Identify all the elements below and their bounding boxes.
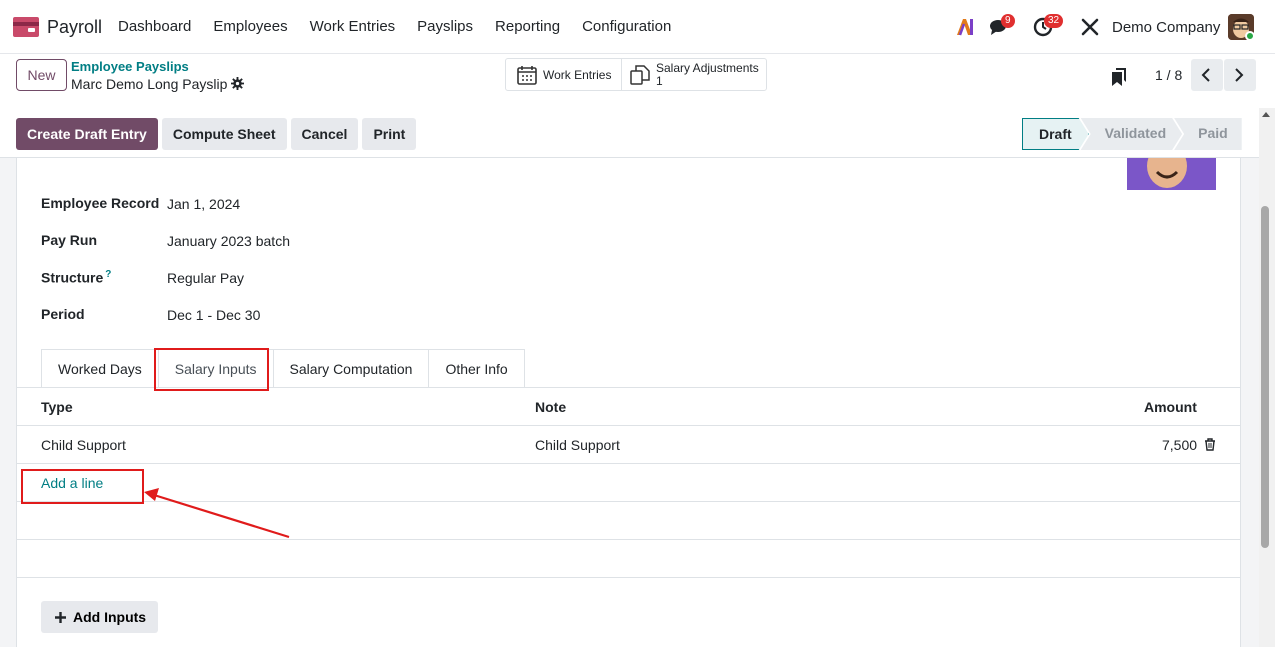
create-draft-entry-button[interactable]: Create Draft Entry: [16, 118, 158, 150]
table-row[interactable]: Child Support Child Support 7,500: [17, 426, 1240, 464]
tab-worked-days[interactable]: Worked Days: [41, 349, 159, 388]
smart-buttons: Work Entries Salary Adjustments 1: [505, 58, 767, 91]
structure-label: Structure?: [41, 269, 111, 286]
employee-photo[interactable]: [1127, 158, 1216, 190]
messages-count-badge: 9: [1001, 14, 1015, 28]
menu-work-entries[interactable]: Work Entries: [299, 18, 407, 35]
menu-reporting[interactable]: Reporting: [484, 18, 571, 35]
chevron-right-icon: [1235, 68, 1244, 82]
top-navbar: Payroll Dashboard Employees Work Entries…: [0, 0, 1275, 54]
payroll-app-icon[interactable]: [13, 17, 39, 37]
salary-adjustments-label: Salary Adjustments: [656, 60, 759, 75]
add-inputs-button[interactable]: Add Inputs: [41, 601, 159, 633]
main-menu: Dashboard Employees Work Entries Payslip…: [107, 18, 682, 35]
annotation-arrow-icon: [144, 488, 290, 539]
tab-salary-inputs[interactable]: Salary Inputs: [157, 349, 274, 388]
work-entries-label: Work Entries: [543, 67, 612, 82]
employee-record-value[interactable]: Jan 1, 2024: [167, 196, 240, 212]
column-amount[interactable]: Amount: [1144, 399, 1197, 415]
app-name[interactable]: Payroll: [47, 17, 102, 38]
pay-run-value[interactable]: January 2023 batch: [167, 233, 290, 249]
employee-record-label: Employee Record: [41, 195, 160, 211]
pay-run-label: Pay Run: [41, 232, 98, 248]
add-a-line-link[interactable]: Add a line: [41, 475, 103, 491]
activities-count-badge: 32: [1044, 14, 1064, 28]
tab-salary-computation[interactable]: Salary Computation: [272, 349, 430, 388]
menu-dashboard[interactable]: Dashboard: [107, 18, 202, 35]
action-buttons: Create Draft Entry Compute Sheet Cancel …: [16, 118, 417, 150]
bookmark-icon[interactable]: [1112, 68, 1126, 86]
empty-row: [17, 540, 1240, 578]
row-note[interactable]: Child Support: [535, 437, 620, 453]
period-value[interactable]: Dec 1 - Dec 30: [167, 307, 260, 323]
breadcrumb-parent[interactable]: Employee Payslips: [71, 59, 189, 74]
company-switcher[interactable]: Demo Company: [1112, 19, 1220, 36]
menu-configuration[interactable]: Configuration: [571, 18, 682, 35]
status-bar: Draft Validated Paid: [1022, 118, 1242, 150]
menu-payslips[interactable]: Payslips: [406, 18, 484, 35]
cancel-button[interactable]: Cancel: [290, 118, 359, 150]
calendar-icon: [517, 65, 537, 85]
column-type[interactable]: Type: [41, 399, 73, 415]
scroll-up-arrow-icon[interactable]: [1262, 112, 1270, 117]
gear-icon[interactable]: [231, 77, 244, 90]
ai-assistant-icon[interactable]: [955, 18, 975, 36]
compute-sheet-button[interactable]: Compute Sheet: [161, 118, 287, 150]
form-sheet: Employee Record Jan 1, 2024 Pay Run Janu…: [16, 158, 1241, 647]
trash-icon[interactable]: [1204, 438, 1216, 451]
menu-employees[interactable]: Employees: [202, 18, 298, 35]
pager-next-button[interactable]: [1224, 59, 1256, 91]
plus-icon: [55, 611, 66, 623]
table-header: Type Note Amount: [17, 388, 1240, 426]
new-button[interactable]: New: [16, 59, 67, 91]
row-amount[interactable]: 7,500: [1162, 437, 1197, 453]
pager-value[interactable]: 1 / 8: [1155, 67, 1182, 83]
add-inputs-label: Add Inputs: [73, 609, 147, 625]
debug-tools-icon[interactable]: [1081, 18, 1099, 36]
tab-other-info[interactable]: Other Info: [428, 349, 525, 388]
scrollbar-thumb[interactable]: [1261, 206, 1269, 548]
salary-adjustments-button[interactable]: Salary Adjustments 1: [622, 59, 759, 90]
stage-draft[interactable]: Draft: [1022, 118, 1089, 150]
pager-previous-button[interactable]: [1191, 59, 1223, 91]
stage-paid[interactable]: Paid: [1174, 118, 1242, 150]
structure-label-text: Structure: [41, 269, 104, 286]
control-panel: New Employee Payslips Marc Demo Long Pay…: [0, 54, 1275, 158]
structure-value[interactable]: Regular Pay: [167, 270, 244, 286]
notebook-tabs: Worked Days Salary Inputs Salary Computa…: [41, 349, 525, 388]
work-entries-button[interactable]: Work Entries: [506, 59, 622, 90]
online-status-icon: [1245, 31, 1255, 41]
stage-validated[interactable]: Validated: [1081, 118, 1182, 150]
breadcrumb-current: Marc Demo Long Payslip: [71, 76, 228, 92]
row-type[interactable]: Child Support: [41, 437, 126, 453]
period-label: Period: [41, 306, 85, 322]
column-note[interactable]: Note: [535, 399, 566, 415]
salary-adjustments-count: 1: [656, 73, 663, 88]
print-button[interactable]: Print: [362, 118, 417, 150]
help-tooltip-icon[interactable]: ?: [105, 269, 111, 280]
copy-documents-icon: [630, 64, 650, 85]
chevron-left-icon: [1201, 68, 1210, 82]
